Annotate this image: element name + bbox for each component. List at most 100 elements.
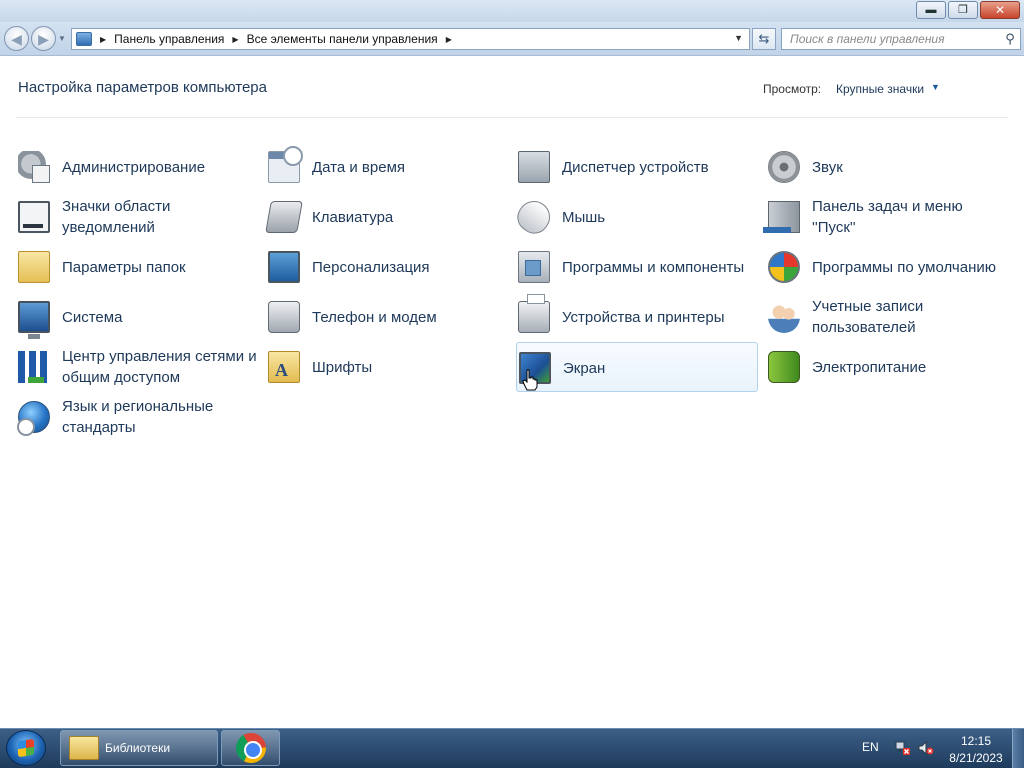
region-language-icon	[17, 401, 50, 436]
item-network-sharing-center[interactable]: Центр управления сетями и общим доступом	[16, 342, 258, 392]
view-label: Просмотр:	[763, 82, 822, 96]
item-label: Персонализация	[312, 258, 430, 276]
user-accounts-icon	[768, 301, 800, 333]
address-bar[interactable]: ▶ Панель управления ▶ Все элементы панел…	[71, 28, 750, 50]
item-label: Мышь	[562, 208, 606, 226]
phone-modem-icon	[268, 301, 300, 333]
item-label: Параметры папок	[62, 258, 186, 276]
item-label: Электропитание	[812, 358, 927, 376]
breadcrumb-control-panel[interactable]: Панель управления	[114, 32, 224, 46]
forward-arrow-icon: ▶	[38, 30, 49, 47]
refresh-button[interactable]: ⇆	[752, 28, 776, 50]
search-input[interactable]	[782, 32, 1000, 46]
system-icon	[18, 301, 50, 339]
item-fonts[interactable]: Шрифты	[266, 342, 508, 392]
item-display[interactable]: Экран	[516, 342, 758, 392]
power-options-icon	[768, 351, 800, 383]
address-dropdown-icon[interactable]: ▼	[734, 33, 743, 43]
breadcrumb-separator-icon[interactable]: ▶	[232, 35, 238, 44]
item-sound[interactable]: Звук	[766, 142, 1008, 192]
item-label: Значки области уведомлений	[62, 198, 171, 236]
header-divider	[16, 117, 1008, 118]
minimize-icon: ▬	[925, 3, 937, 16]
clock-date[interactable]: 8/21/2023	[946, 751, 1006, 765]
network-sharing-icon	[18, 351, 50, 383]
keyboard-icon	[265, 201, 303, 233]
item-administrative-tools[interactable]: Администрирование	[16, 142, 258, 192]
back-arrow-icon: ◀	[11, 30, 22, 47]
item-label: Телефон и модем	[312, 308, 437, 326]
minimize-button[interactable]: ▬	[916, 1, 946, 19]
administrative-tools-icon	[18, 151, 50, 183]
close-icon: ✕	[994, 3, 1006, 17]
window-controls: ▬ ❐ ✕	[916, 1, 1020, 19]
personalization-icon	[268, 251, 300, 283]
default-programs-icon	[768, 251, 800, 283]
item-personalization[interactable]: Персонализация	[266, 242, 508, 292]
close-button[interactable]: ✕	[980, 1, 1020, 19]
restore-button[interactable]: ❐	[948, 1, 978, 19]
taskbar-start-menu-icon	[763, 201, 800, 233]
taskbar-chrome[interactable]	[221, 730, 280, 766]
network-status-icon[interactable]	[894, 740, 910, 756]
item-keyboard[interactable]: Клавиатура	[265, 192, 508, 242]
notification-area-icon	[18, 201, 50, 233]
item-label: Администрирование	[62, 158, 206, 176]
item-region-language[interactable]: Язык и региональные стандарты	[16, 392, 258, 442]
device-manager-icon	[518, 151, 550, 183]
mouse-icon	[511, 194, 557, 240]
breadcrumb-separator-icon[interactable]: ▶	[446, 35, 452, 44]
item-label: Дата и время	[312, 158, 406, 176]
item-label: Панель задач и меню ''Пуск''	[812, 198, 963, 236]
item-date-time[interactable]: Дата и время	[266, 142, 508, 192]
item-phone-modem[interactable]: Телефон и модем	[266, 292, 508, 342]
page-title: Настройка параметров компьютера	[18, 79, 267, 96]
item-label: Язык и региональные стандарты	[62, 398, 214, 436]
breadcrumb-separator-icon[interactable]: ▶	[100, 35, 106, 44]
libraries-folder-icon	[69, 736, 99, 760]
chrome-icon	[235, 733, 266, 763]
folder-options-icon	[18, 251, 50, 283]
item-folder-options[interactable]: Параметры папок	[16, 242, 258, 292]
item-power-options[interactable]: Электропитание	[766, 342, 1008, 392]
restore-icon: ❐	[958, 3, 968, 16]
item-programs-features[interactable]: Программы и компоненты	[516, 242, 758, 292]
item-label: Программы по умолчанию	[812, 258, 996, 276]
language-indicator[interactable]: EN	[862, 740, 879, 754]
item-device-manager[interactable]: Диспетчер устройств	[516, 142, 758, 192]
chevron-down-icon[interactable]: ▼	[931, 82, 940, 92]
item-notification-area-icons[interactable]: Значки области уведомлений	[16, 192, 258, 242]
fonts-icon	[268, 351, 300, 383]
item-label: Центр управления сетями и общим доступом	[62, 348, 257, 386]
item-label: Звук	[812, 158, 843, 176]
date-time-icon	[268, 146, 303, 183]
navigation-bar: ◀ ▶ ▼ ▶ Панель управления ▶ Все элементы…	[0, 22, 1024, 56]
show-desktop-button[interactable]	[1012, 729, 1024, 768]
volume-muted-icon[interactable]	[918, 740, 934, 756]
item-user-accounts[interactable]: Учетные записи пользователей	[766, 292, 1008, 342]
start-button[interactable]	[6, 730, 46, 766]
item-system[interactable]: Система	[16, 292, 258, 342]
view-mode-dropdown[interactable]: Крупные значки	[836, 82, 924, 96]
search-icon[interactable]: ⚲	[1000, 31, 1020, 47]
item-taskbar-start-menu[interactable]: Панель задач и меню ''Пуск''	[763, 192, 1008, 242]
search-box[interactable]: ⚲	[781, 28, 1021, 50]
item-label: Устройства и принтеры	[562, 308, 725, 326]
item-devices-printers[interactable]: Устройства и принтеры	[516, 292, 758, 342]
breadcrumb-all-items[interactable]: Все элементы панели управления	[247, 32, 438, 46]
taskbar-libraries[interactable]: Библиотеки	[60, 730, 218, 766]
item-label: Учетные записи пользователей	[812, 298, 924, 336]
recent-pages-dropdown[interactable]: ▼	[58, 34, 66, 43]
item-default-programs[interactable]: Программы по умолчанию	[766, 242, 1008, 292]
forward-button[interactable]: ▶	[31, 26, 56, 51]
item-label: Система	[62, 308, 123, 326]
item-label: Клавиатура	[312, 208, 394, 226]
item-mouse[interactable]: Мышь	[511, 192, 758, 242]
title-bar: ▬ ❐ ✕	[0, 0, 1024, 22]
back-button[interactable]: ◀	[4, 26, 29, 51]
item-label: Шрифты	[312, 358, 373, 376]
refresh-icon: ⇆	[758, 31, 770, 46]
sound-icon	[768, 151, 800, 183]
item-label: Программы и компоненты	[562, 258, 745, 276]
clock-time[interactable]: 12:15	[958, 734, 994, 748]
